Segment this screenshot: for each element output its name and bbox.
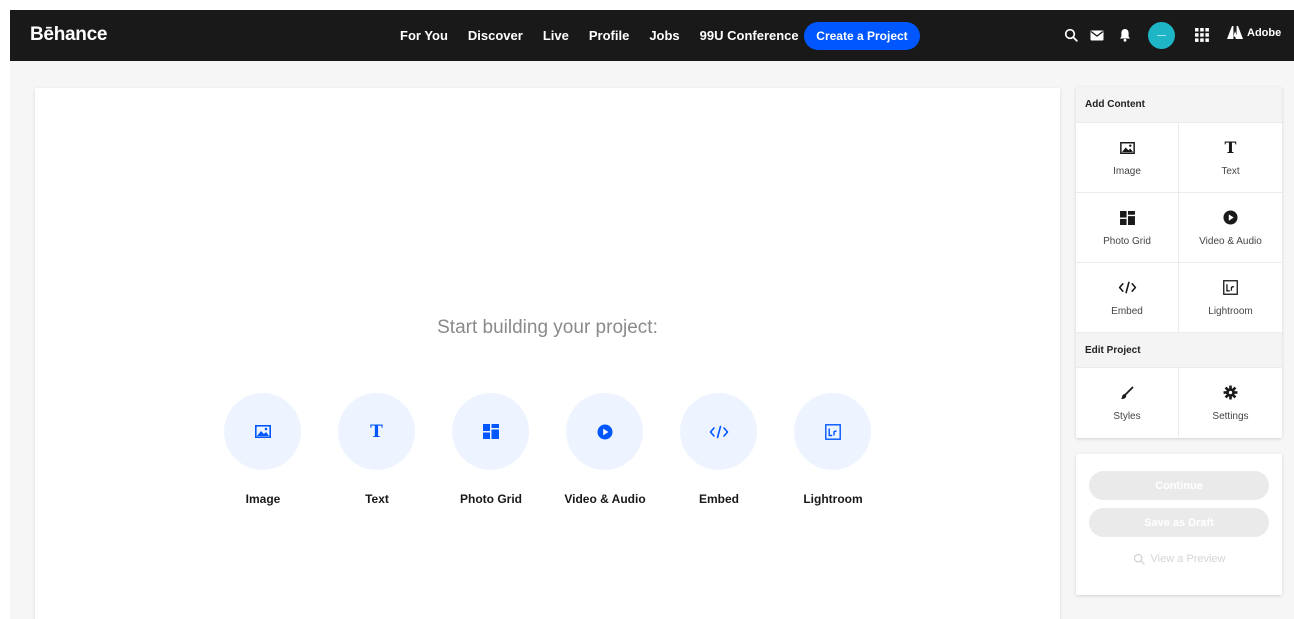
tile-lightroom-label: Lightroom <box>803 492 863 506</box>
publish-actions: Continue Save as Draft View a Preview <box>1076 454 1282 595</box>
create-project-button[interactable]: Create a Project <box>804 22 920 50</box>
search-icon[interactable] <box>1060 24 1082 46</box>
view-preview-link[interactable]: View a Preview <box>1076 553 1282 565</box>
photo-grid-icon <box>1119 210 1135 225</box>
tile-text[interactable]: T Text <box>337 393 417 506</box>
edit-project-heading: Edit Project <box>1076 332 1282 367</box>
lightroom-icon <box>824 423 841 440</box>
app-frame: Bēhance For You Discover Live Profile Jo… <box>10 10 1294 619</box>
tile-photo-grid-button[interactable] <box>452 393 529 470</box>
behance-logo[interactable]: Bēhance <box>30 24 107 46</box>
tile-lightroom[interactable]: Lightroom <box>793 393 873 506</box>
gear-icon <box>1223 385 1238 400</box>
add-text-button[interactable]: T Text <box>1179 122 1282 192</box>
mail-icon[interactable] <box>1086 24 1108 46</box>
settings-label: Settings <box>1212 410 1249 422</box>
add-content-heading: Add Content <box>1076 87 1282 122</box>
nav-link-jobs[interactable]: Jobs <box>649 28 679 43</box>
project-canvas: Start building your project: Image T Tex… <box>35 88 1060 619</box>
add-video-audio-button[interactable]: Video & Audio <box>1179 192 1282 262</box>
add-embed-button[interactable]: Embed <box>1076 262 1179 332</box>
tile-video-audio-button[interactable] <box>566 393 643 470</box>
add-content-grid: Image T Text Photo Grid Video & Audio Em… <box>1076 122 1282 332</box>
settings-button[interactable]: Settings <box>1179 367 1282 437</box>
tile-lightroom-button[interactable] <box>794 393 871 470</box>
image-icon <box>1119 141 1135 154</box>
tile-embed[interactable]: Embed <box>679 393 759 506</box>
add-video-audio-label: Video & Audio <box>1199 235 1262 247</box>
nav-link-live[interactable]: Live <box>543 28 569 43</box>
tile-image[interactable]: Image <box>223 393 303 506</box>
avatar[interactable] <box>1148 22 1175 49</box>
nav-link-profile[interactable]: Profile <box>589 28 629 43</box>
video-audio-icon <box>597 424 612 439</box>
apps-grid-icon[interactable] <box>1191 24 1213 46</box>
add-photo-grid-label: Photo Grid <box>1103 235 1151 247</box>
search-icon <box>1133 553 1145 565</box>
tile-text-button[interactable]: T <box>338 393 415 470</box>
view-preview-label: View a Preview <box>1150 553 1226 565</box>
add-image-label: Image <box>1113 165 1141 177</box>
photo-grid-icon <box>482 424 499 439</box>
image-icon <box>254 425 271 438</box>
continue-button[interactable]: Continue <box>1089 471 1269 500</box>
tile-photo-grid[interactable]: Photo Grid <box>451 393 531 506</box>
tile-image-button[interactable] <box>224 393 301 470</box>
lightroom-icon <box>1223 280 1238 295</box>
add-text-label: Text <box>1221 165 1240 177</box>
add-image-button[interactable]: Image <box>1076 122 1179 192</box>
add-embed-label: Embed <box>1111 305 1143 317</box>
embed-icon <box>1118 281 1136 294</box>
add-lightroom-label: Lightroom <box>1208 305 1253 317</box>
nav-link-for-you[interactable]: For You <box>400 28 448 43</box>
styles-button[interactable]: Styles <box>1076 367 1179 437</box>
nav-links: For You Discover Live Profile Jobs 99U C… <box>400 10 819 61</box>
styles-label: Styles <box>1113 410 1141 422</box>
text-icon: T <box>1224 138 1237 157</box>
video-audio-icon <box>1223 210 1238 225</box>
edit-project-grid: Styles Settings <box>1076 367 1282 437</box>
nav-link-discover[interactable]: Discover <box>468 28 523 43</box>
adobe-label: Adobe <box>1247 26 1282 39</box>
top-navbar: Bēhance For You Discover Live Profile Jo… <box>10 10 1294 61</box>
nav-link-99u-conference[interactable]: 99U Conference <box>700 28 799 43</box>
start-building-prompt: Start building your project: <box>437 317 658 338</box>
save-as-draft-button[interactable]: Save as Draft <box>1089 508 1269 537</box>
adobe-logo-icon <box>1227 26 1243 39</box>
bell-icon[interactable] <box>1114 24 1136 46</box>
add-photo-grid-button[interactable]: Photo Grid <box>1076 192 1179 262</box>
tile-embed-button[interactable] <box>680 393 757 470</box>
side-panel: Add Content Image T Text Photo Grid Vide… <box>1076 87 1282 438</box>
embed-icon <box>709 425 728 438</box>
brush-icon <box>1120 386 1134 399</box>
adobe-menu[interactable]: Adobe <box>1227 26 1281 39</box>
tile-video-audio[interactable]: Video & Audio <box>564 393 646 506</box>
add-lightroom-button[interactable]: Lightroom <box>1179 262 1282 332</box>
text-icon: T <box>370 421 383 442</box>
